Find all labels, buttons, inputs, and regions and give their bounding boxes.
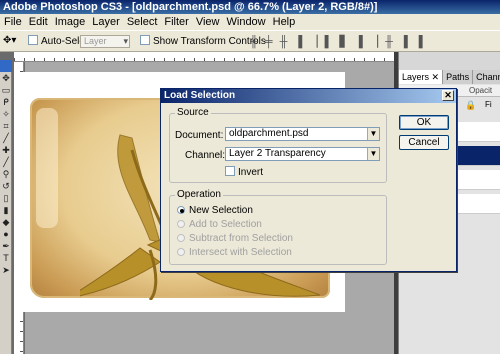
move-tool-icon[interactable]: ✥ (0, 72, 12, 84)
auto-select-dropdown[interactable]: Layer (80, 35, 130, 48)
document-value: oldparchment.psd (229, 128, 309, 139)
tab-layers-label: Layers (402, 72, 430, 82)
chevron-down-icon[interactable]: ▼ (367, 128, 379, 140)
channel-dropdown[interactable]: Layer 2 Transparency ▼ (225, 147, 380, 161)
menu-window[interactable]: Window (223, 16, 269, 28)
toolbox: ✥ ▭ ᑭ ✧ ⌗ ╱ ✚ ╱ ⚲ ↺ ▯ ▮ ◆ ● ✒ T ➤ (0, 60, 12, 354)
op-add-label: Add to Selection (189, 219, 262, 230)
app-title-bar: Adobe Photoshop CS3 - [oldparchment.psd … (0, 0, 500, 14)
op-subtract-label: Subtract from Selection (189, 233, 293, 244)
stamp-tool-icon[interactable]: ⚲ (0, 168, 12, 180)
source-label: Source (175, 107, 211, 118)
crop-tool-icon[interactable]: ⌗ (0, 120, 12, 132)
app-title: Adobe Photoshop CS3 - [oldparchment.psd … (3, 1, 378, 13)
toolbox-header (0, 60, 12, 72)
channel-label: Channel: (185, 150, 226, 161)
radio-new-selection[interactable]: New Selection (177, 205, 253, 216)
invert-checkbox[interactable]: Invert (225, 166, 263, 178)
invert-box[interactable] (225, 166, 235, 176)
dialog-title-bar: Load Selection ✕ (161, 89, 456, 103)
menu-help[interactable]: Help (269, 16, 299, 28)
brush-tool-icon[interactable]: ╱ (0, 156, 12, 168)
show-transform-label: Show Transform Controls (153, 36, 266, 47)
menu-select[interactable]: Select (123, 16, 161, 28)
healing-brush-icon[interactable]: ✚ (0, 144, 12, 156)
channel-value: Layer 2 Transparency (229, 148, 326, 159)
ok-button[interactable]: OK (399, 115, 449, 130)
radio-dot[interactable] (177, 248, 185, 256)
menu-file[interactable]: File (0, 16, 25, 28)
type-tool-icon[interactable]: T (0, 252, 12, 264)
chevron-down-icon[interactable]: ▼ (367, 148, 379, 160)
fill-label: Fi (485, 100, 492, 109)
close-icon[interactable]: ✕ (442, 90, 454, 101)
operation-label: Operation (175, 189, 223, 200)
radio-subtract-from-selection[interactable]: Subtract from Selection (177, 233, 293, 244)
show-transform-box[interactable] (140, 35, 150, 45)
invert-label: Invert (238, 167, 264, 178)
cancel-button[interactable]: Cancel (399, 135, 449, 150)
menu-edit[interactable]: Edit (25, 16, 51, 28)
path-select-icon[interactable]: ➤ (0, 264, 12, 276)
load-selection-dialog: Load Selection ✕ Source Document: oldpar… (160, 88, 457, 272)
document-dropdown[interactable]: oldparchment.psd ▼ (225, 127, 380, 141)
parchment-curl (36, 108, 58, 228)
menu-layer[interactable]: Layer (88, 16, 123, 28)
menu-filter[interactable]: Filter (160, 16, 191, 28)
lock-icon[interactable]: 🔒 (465, 100, 476, 111)
gradient-tool-icon[interactable]: ▮ (0, 204, 12, 216)
document-label: Document: (175, 130, 224, 141)
radio-dot[interactable] (177, 220, 185, 228)
menu-image[interactable]: Image (51, 16, 89, 28)
opacity-label: Opacit (469, 86, 493, 95)
pen-tool-icon[interactable]: ✒ (0, 240, 12, 252)
dodge-tool-icon[interactable]: ● (0, 228, 12, 240)
tab-paths[interactable]: Paths (443, 70, 474, 84)
show-transform-checkbox[interactable]: Show Transform Controls (140, 35, 266, 48)
radio-intersect-with-selection[interactable]: Intersect with Selection (177, 247, 292, 258)
radio-dot[interactable] (177, 234, 185, 242)
panel-header (399, 52, 500, 70)
history-brush-icon[interactable]: ↺ (0, 180, 12, 192)
magic-wand-icon[interactable]: ✧ (0, 108, 12, 120)
tab-channels[interactable]: Channe (473, 70, 500, 84)
panel-tabs: Layers ✕PathsChanne (399, 70, 500, 84)
eraser-tool-icon[interactable]: ▯ (0, 192, 12, 204)
menu-bar: File Edit Image Layer Select Filter View Window… (0, 14, 500, 30)
radio-add-to-selection[interactable]: Add to Selection (177, 219, 262, 230)
radio-dot[interactable] (177, 206, 185, 214)
op-new-label: New Selection (189, 205, 253, 216)
lasso-tool-icon[interactable]: ᑭ (0, 96, 12, 108)
marquee-tool-icon[interactable]: ▭ (0, 84, 12, 96)
options-bar: ✥▾ Auto-Select: Layer Show Transform Con… (0, 30, 500, 52)
op-intersect-label: Intersect with Selection (189, 247, 292, 258)
dialog-title: Load Selection (164, 90, 236, 101)
menu-view[interactable]: View (192, 16, 223, 28)
blur-tool-icon[interactable]: ◆ (0, 216, 12, 228)
slice-tool-icon[interactable]: ╱ (0, 132, 12, 144)
move-tool-icon[interactable]: ✥▾ (3, 35, 16, 47)
auto-select-box[interactable] (28, 35, 38, 45)
align-icons[interactable]: ╫╪╫▐▕▌▋▐▕╫▐▐ (250, 35, 430, 48)
horizontal-ruler (14, 52, 394, 62)
tab-layers[interactable]: Layers ✕ (399, 70, 444, 84)
